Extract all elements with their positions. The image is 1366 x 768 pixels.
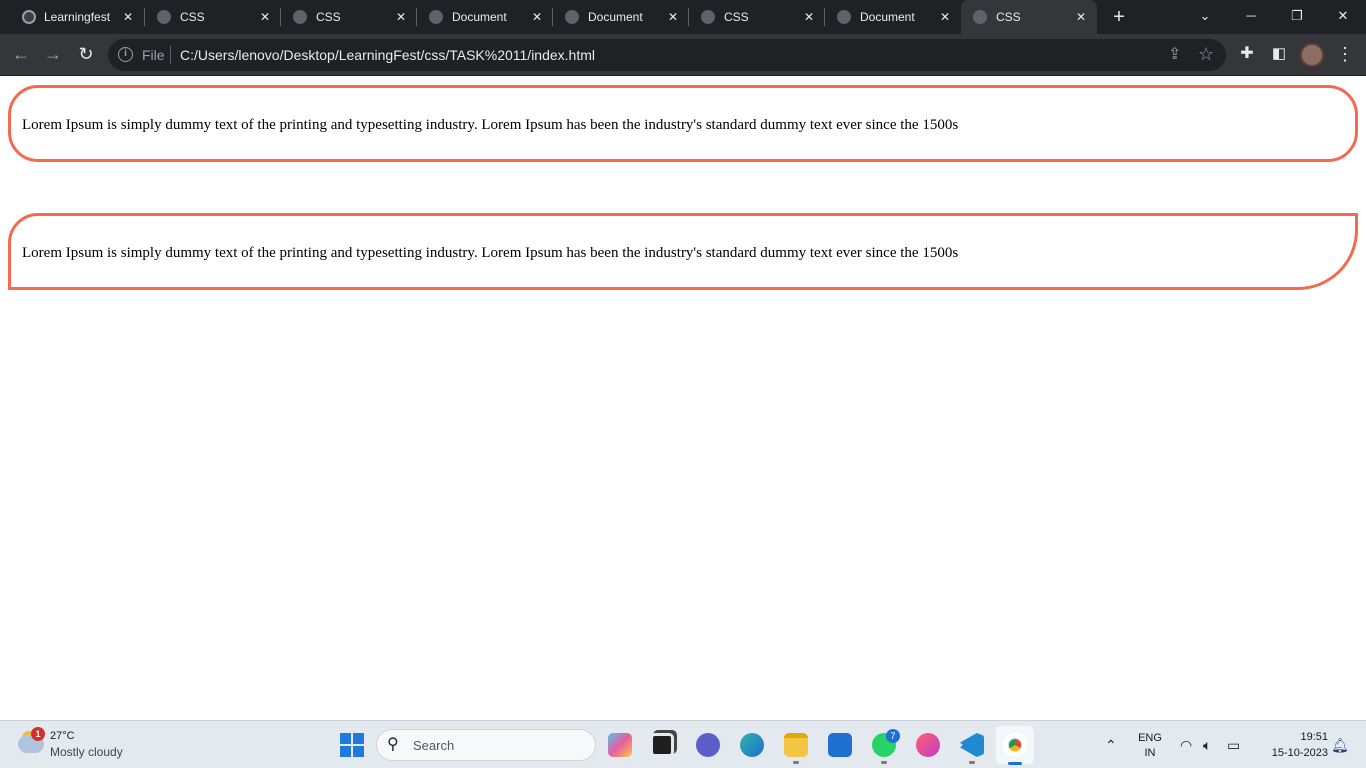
language-indicator-bottom[interactable]: IN [1136, 746, 1164, 760]
browser-toolbar: ← → ↻ i File C:/Users/lenovo/Desktop/Lea… [0, 34, 1366, 76]
edge-icon[interactable] [740, 733, 764, 757]
tab-title: Document [452, 10, 507, 24]
clock-date[interactable]: 15-10-2023 [1254, 746, 1328, 760]
menu-kebab-icon[interactable]: ⋮ [1334, 43, 1356, 65]
close-icon[interactable]: ✕ [121, 9, 135, 25]
new-tab-button[interactable]: + [1108, 6, 1130, 28]
scheme-label: File [142, 47, 165, 63]
tab-title: Document [588, 10, 643, 24]
omnibox-divider [170, 46, 171, 64]
close-icon[interactable]: ✕ [530, 9, 544, 25]
globe-icon [701, 10, 715, 24]
vscode-icon[interactable] [960, 733, 984, 757]
info-icon[interactable]: i [118, 47, 133, 62]
language-indicator-top[interactable]: ENG [1136, 731, 1164, 745]
address-bar[interactable]: i File C:/Users/lenovo/Desktop/LearningF… [108, 39, 1226, 71]
tab-document[interactable]: Document ✕ [553, 0, 689, 34]
chevron-up-icon[interactable]: ⌃ [1105, 737, 1117, 753]
side-panel-icon[interactable]: ◧ [1268, 43, 1290, 65]
close-icon[interactable]: ✕ [938, 9, 952, 25]
globe-icon [429, 10, 443, 24]
restore-icon[interactable]: ❐ [1285, 6, 1309, 26]
wifi-icon[interactable]: ◠ [1180, 737, 1192, 753]
forward-arrow-icon[interactable]: → [42, 43, 64, 65]
running-indicator [793, 761, 799, 764]
search-placeholder: Search [413, 738, 455, 753]
globe-icon [293, 10, 307, 24]
close-window-icon[interactable]: ✕ [1331, 6, 1355, 26]
taskbar-search[interactable]: ⚲ Search [376, 729, 596, 761]
tab-css-active[interactable]: CSS ✕ [961, 0, 1097, 34]
close-icon[interactable]: ✕ [1074, 9, 1088, 25]
globe-icon [565, 10, 579, 24]
close-icon[interactable]: ✕ [666, 9, 680, 25]
tab-document[interactable]: Document ✕ [825, 0, 961, 34]
tab-learningfest[interactable]: Learningfest ✕ [0, 0, 145, 34]
search-icon: ⚲ [387, 736, 399, 753]
windows-taskbar: 1 27°C Mostly cloudy ⚲ Search 7 ⌃ ENG IN… [0, 720, 1366, 768]
chat-icon[interactable] [696, 733, 720, 757]
globe-icon [973, 10, 987, 24]
task-view-icon[interactable] [650, 733, 674, 757]
globe-icon [837, 10, 851, 24]
reload-icon[interactable]: ↻ [75, 43, 97, 65]
avatar[interactable] [1300, 43, 1324, 67]
running-indicator [881, 761, 887, 764]
whatsapp-badge: 7 [886, 729, 900, 743]
back-arrow-icon[interactable]: ← [10, 43, 32, 65]
tab-title: Document [860, 10, 915, 24]
tab-css[interactable]: CSS ✕ [145, 0, 281, 34]
rounded-text-box: Lorem Ipsum is simply dummy text of the … [8, 85, 1358, 162]
volume-icon[interactable]: 🔈︎ [1203, 737, 1211, 753]
url-text[interactable]: C:/Users/lenovo/Desktop/LearningFest/css… [180, 47, 595, 63]
tab-search-chevron-icon[interactable]: ⌄ [1193, 6, 1217, 26]
close-icon[interactable]: ✕ [258, 9, 272, 25]
notification-badge: 1 [31, 727, 45, 741]
tab-title: CSS [724, 10, 749, 24]
clock-time[interactable]: 19:51 [1260, 730, 1328, 744]
windows-start-icon[interactable] [340, 733, 364, 757]
tab-title: CSS [996, 10, 1021, 24]
mail-icon[interactable] [828, 733, 852, 757]
temperature: 27°C [50, 730, 75, 742]
close-icon[interactable]: ✕ [394, 9, 408, 25]
tab-title: Learningfest [44, 10, 111, 24]
box-paragraph: Lorem Ipsum is simply dummy text of the … [22, 245, 959, 261]
close-icon[interactable]: ✕ [802, 9, 816, 25]
github-icon [22, 10, 36, 24]
globe-icon [157, 10, 171, 24]
tab-strip: Learningfest ✕ CSS ✕ CSS ✕ Document ✕ Do… [0, 0, 1366, 34]
chrome-icon[interactable] [1003, 733, 1027, 757]
tab-css[interactable]: CSS ✕ [281, 0, 417, 34]
box-paragraph: Lorem Ipsum is simply dummy text of the … [22, 117, 959, 133]
tab-document[interactable]: Document ✕ [417, 0, 553, 34]
bookmark-star-icon[interactable]: ☆ [1198, 44, 1214, 64]
battery-icon[interactable]: ▭ [1227, 737, 1240, 753]
asymmetric-rounded-text-box: Lorem Ipsum is simply dummy text of the … [8, 213, 1358, 290]
weather-condition: Mostly cloudy [50, 745, 123, 759]
minimize-icon[interactable]: ─ [1239, 6, 1263, 26]
share-icon[interactable]: ⇪ [1168, 45, 1181, 65]
active-app-indicator [1008, 762, 1022, 765]
running-indicator [969, 761, 975, 764]
notification-bell-icon[interactable]: 🔔︎ [1331, 737, 1349, 753]
wps-office-icon[interactable] [916, 733, 940, 757]
tab-css[interactable]: CSS ✕ [689, 0, 825, 34]
extensions-puzzle-icon[interactable]: ✚ [1236, 43, 1258, 65]
copilot-icon[interactable] [608, 733, 632, 757]
tab-title: CSS [180, 10, 205, 24]
file-explorer-icon[interactable] [784, 733, 808, 757]
tab-title: CSS [316, 10, 341, 24]
